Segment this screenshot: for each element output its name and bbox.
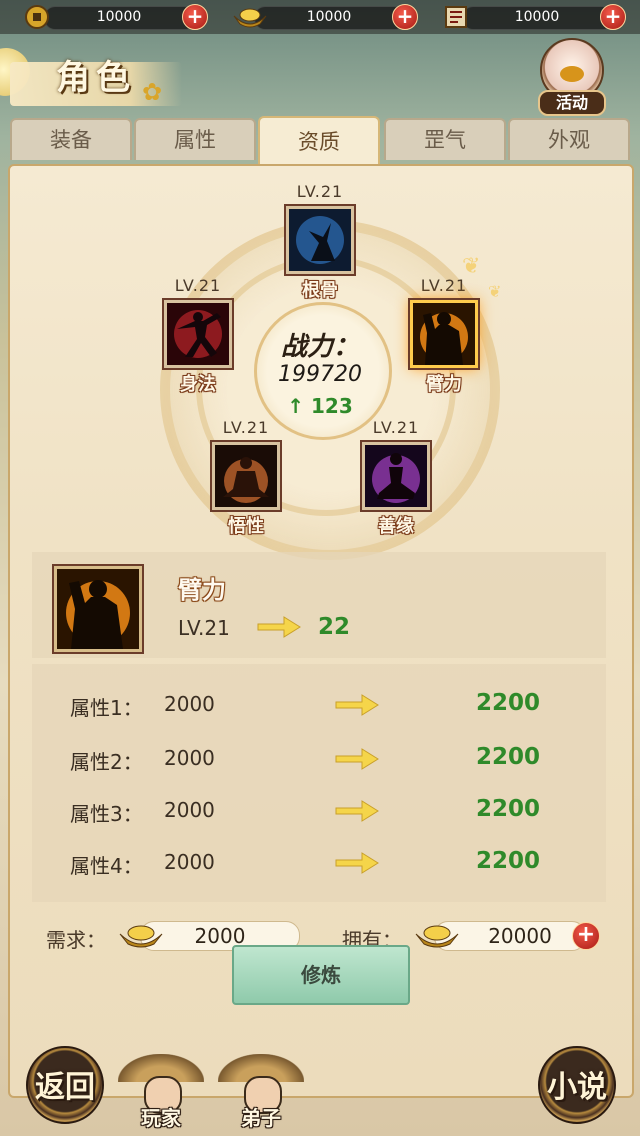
arrow-right-icon: [335, 852, 379, 874]
shanyuan-figure-icon: [360, 440, 432, 512]
tab-equipment[interactable]: 装备: [10, 118, 132, 160]
attribute-current: 2000: [164, 850, 215, 874]
scroll-amount: 10000: [514, 9, 560, 25]
disciple-label: 弟子: [241, 1106, 281, 1130]
gold-ingot-icon: [415, 925, 459, 948]
gold-ingot-icon: [233, 8, 267, 28]
train-button[interactable]: 修炼: [232, 945, 410, 1005]
aptitude-name: 根骨: [302, 280, 338, 301]
attribute-current: 2000: [164, 798, 215, 822]
aptitude-node-gengu[interactable]: LV.21 根骨: [284, 182, 356, 301]
attribute-label: 属性1：: [70, 696, 143, 720]
attribute-row: 属性2： 2000 2200: [70, 744, 570, 776]
gengu-figure-icon: [284, 204, 356, 276]
copper-amount: 10000: [96, 9, 142, 25]
aptitude-name: 臂力: [426, 374, 462, 395]
arrow-right-icon: [335, 748, 379, 770]
aptitude-level: LV.21: [420, 276, 468, 295]
attribute-row: 属性3： 2000 2200: [70, 796, 570, 828]
bottom-nav: 返回 玩家 弟子 小说: [0, 1040, 640, 1136]
attribute-next: 2200: [476, 848, 541, 874]
tab-appearance[interactable]: 外观: [508, 118, 630, 160]
page-title: 角色: [56, 58, 136, 98]
player-button[interactable]: 玩家: [118, 1040, 204, 1136]
tab-attributes[interactable]: 属性: [134, 118, 256, 160]
attribute-row: 属性1： 2000 2200: [70, 690, 570, 722]
combat-power-gain-value: 123: [310, 394, 353, 418]
novel-label: 小说: [547, 1070, 607, 1105]
bili-figure-icon: [408, 298, 480, 370]
selected-aptitude-name: 臂力: [178, 575, 226, 604]
scroll-icon: [445, 6, 467, 28]
bili-figure-icon: [52, 564, 144, 654]
attribute-current: 2000: [164, 692, 215, 716]
shenfa-figure-icon: [162, 298, 234, 370]
aptitude-level: LV.21: [372, 418, 420, 437]
tab-gangqi[interactable]: 罡气: [384, 118, 506, 160]
combat-power-label: 战力：: [280, 332, 359, 362]
add-copper-button[interactable]: +: [182, 4, 208, 30]
combat-power-gain: ↑ 123: [254, 394, 386, 418]
aptitude-node-shanyuan[interactable]: LV.21 善缘: [360, 418, 432, 537]
attribute-label: 属性2：: [70, 750, 143, 774]
wuxing-figure-icon: [210, 440, 282, 512]
have-amount: 20000: [488, 924, 552, 948]
attribute-current: 2000: [164, 746, 215, 770]
gold-ingot-icon: [119, 925, 163, 948]
attribute-next: 2200: [476, 796, 541, 822]
aptitude-level: LV.21: [296, 182, 344, 201]
selected-aptitude-level: LV.21: [178, 616, 230, 640]
activity-label: 活动: [538, 90, 606, 116]
add-scroll-button[interactable]: +: [600, 4, 626, 30]
aptitude-name: 悟性: [228, 516, 264, 537]
ingot-amount: 10000: [306, 9, 352, 25]
back-button[interactable]: 返回: [26, 1046, 104, 1124]
disciple-button[interactable]: 弟子: [218, 1040, 304, 1136]
tab-aptitude[interactable]: 资质: [258, 116, 380, 166]
player-label: 玩家: [141, 1106, 181, 1130]
need-label: 需求：: [46, 928, 106, 952]
arrow-right-icon: [257, 616, 301, 638]
aptitude-level: LV.21: [174, 276, 222, 295]
copper-coin-icon: [25, 5, 49, 29]
currency-bar: 10000 + 10000 + 10000 +: [0, 0, 640, 34]
novel-button[interactable]: 小说: [538, 1046, 616, 1124]
attribute-label: 属性4：: [70, 854, 143, 878]
aptitude-name: 善缘: [378, 516, 414, 537]
aptitude-node-wuxing[interactable]: LV.21 悟性: [210, 418, 282, 537]
arrow-right-icon: [335, 694, 379, 716]
add-ingot-button[interactable]: +: [392, 4, 418, 30]
attribute-next: 2200: [476, 690, 541, 716]
tab-bar: 装备 属性 资质 罡气 外观: [10, 116, 630, 166]
up-arrow-icon: ↑: [287, 394, 305, 418]
aptitude-node-shenfa[interactable]: LV.21 身法: [162, 276, 234, 395]
aptitude-node-bili[interactable]: LV.21 臂力: [408, 276, 480, 395]
add-ingot-button[interactable]: +: [572, 922, 600, 950]
attribute-label: 属性3：: [70, 802, 143, 826]
combat-power-value: 199720: [278, 362, 362, 387]
aptitude-name: 身法: [180, 374, 216, 395]
back-label: 返回: [35, 1070, 95, 1105]
arrow-right-icon: [335, 800, 379, 822]
attribute-next: 2200: [476, 744, 541, 770]
activity-button[interactable]: 活动: [536, 38, 606, 116]
aptitude-level: LV.21: [222, 418, 270, 437]
selected-aptitude-next-level: 22: [318, 614, 351, 640]
flower-icon: ✿: [142, 78, 163, 106]
attribute-row: 属性4： 2000 2200: [70, 848, 570, 880]
